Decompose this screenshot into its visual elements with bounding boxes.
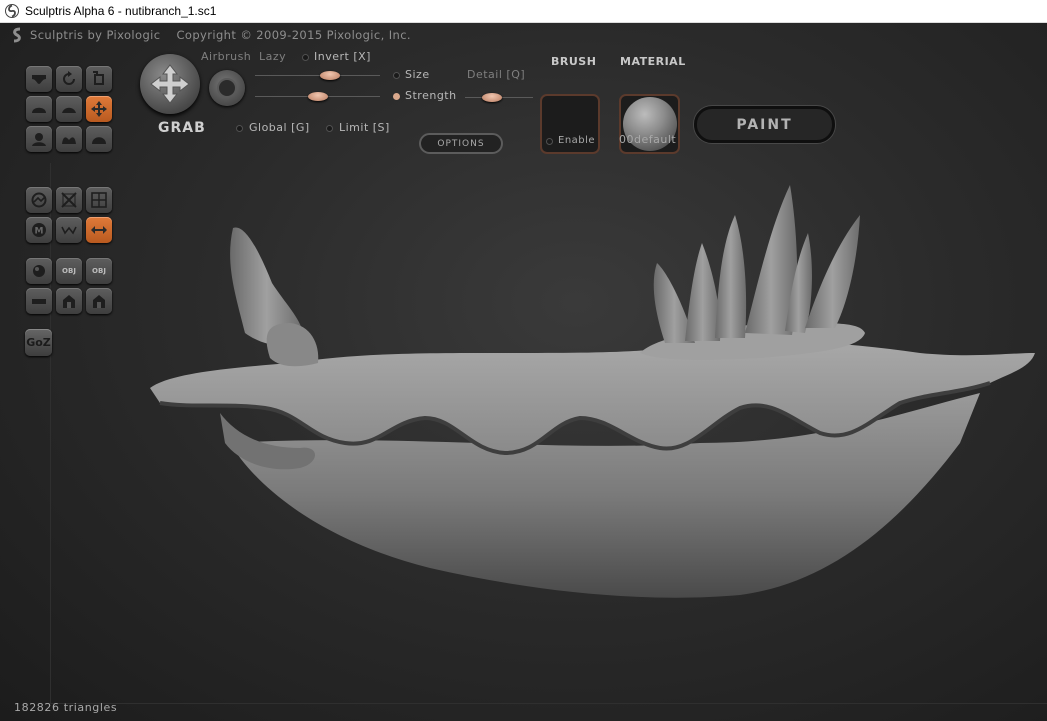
limit-checkbox[interactable] [326, 125, 333, 132]
copyright-text: Copyright © 2009-2015 Pixologic, Inc. [176, 28, 411, 42]
draw-icon[interactable] [26, 66, 52, 92]
inflate-icon[interactable] [26, 96, 52, 122]
lazy-label: Lazy [259, 50, 287, 63]
size-slider-knob[interactable] [320, 71, 340, 80]
airbrush-label: Airbrush [201, 50, 252, 63]
import-obj-icon[interactable]: OBJ [56, 258, 82, 284]
reduce-selection-icon[interactable] [56, 187, 82, 213]
export-obj-icon[interactable]: OBJ [86, 258, 112, 284]
pinch-icon[interactable] [26, 126, 52, 152]
pixologic-logo-icon [13, 27, 21, 43]
current-tool-label: GRAB [158, 120, 206, 136]
grab-icon[interactable] [86, 96, 112, 122]
grab-arrows-icon [150, 64, 190, 104]
airbrush-toggle[interactable] [209, 70, 245, 106]
subdivide-icon[interactable] [86, 187, 112, 213]
sculpt-viewport[interactable]: Sculptris by Pixologic Copyright © 2009-… [0, 23, 1047, 721]
current-brush-grab[interactable] [140, 54, 200, 114]
scale-icon[interactable] [86, 66, 112, 92]
size-slider-track[interactable] [255, 75, 380, 76]
invert-checkbox[interactable] [302, 54, 309, 61]
brand-name: Sculptris by Pixologic [30, 28, 161, 42]
import-obj-label: OBJ [62, 267, 76, 275]
save-icon[interactable] [86, 288, 112, 314]
strength-label: Strength [405, 89, 457, 102]
reduce-brush-icon[interactable] [26, 187, 52, 213]
rotate-icon[interactable] [56, 66, 82, 92]
global-label: Global [G] [249, 121, 310, 134]
sphere-icon[interactable] [26, 258, 52, 284]
airbrush-icon [217, 78, 237, 98]
material-heading: MATERIAL [620, 55, 686, 68]
goz-button[interactable]: GoZ [25, 329, 52, 356]
size-radio[interactable] [393, 72, 400, 79]
triangle-count: 182826 triangles [14, 701, 118, 714]
export-obj-label: OBJ [92, 267, 106, 275]
brush-heading: BRUSH [551, 55, 597, 68]
size-label: Size [405, 68, 430, 81]
brush-enable-checkbox[interactable] [546, 138, 553, 145]
strength-slider-knob[interactable] [307, 92, 328, 101]
brush-enable-label: Enable [558, 135, 596, 146]
crease-icon[interactable] [56, 126, 82, 152]
global-checkbox[interactable] [236, 125, 243, 132]
svg-text:M: M [35, 227, 44, 237]
detail-label: Detail [Q] [467, 68, 526, 81]
material-name: 00default [619, 133, 677, 146]
plane-icon[interactable] [26, 288, 52, 314]
flatten-icon[interactable] [56, 96, 82, 122]
symmetry-icon[interactable] [86, 217, 112, 243]
smooth-icon[interactable] [86, 126, 112, 152]
window-title-bar: Sculptris Alpha 6 - nutibranch_1.sc1 [0, 0, 1047, 23]
options-button[interactable]: OPTIONS [419, 133, 503, 154]
invert-label: Invert [X] [314, 50, 371, 63]
strength-radio[interactable] [393, 93, 400, 100]
limit-label: Limit [S] [339, 121, 390, 134]
window-title: Sculptris Alpha 6 - nutibranch_1.sc1 [25, 4, 217, 18]
paint-button[interactable]: PAINT [694, 106, 835, 143]
brand-bar: Sculptris by Pixologic Copyright © 2009-… [0, 23, 1047, 47]
sculptris-app-icon [5, 4, 19, 18]
wireframe-icon[interactable] [56, 217, 82, 243]
open-icon[interactable] [56, 288, 82, 314]
mask-icon[interactable]: M [26, 217, 52, 243]
